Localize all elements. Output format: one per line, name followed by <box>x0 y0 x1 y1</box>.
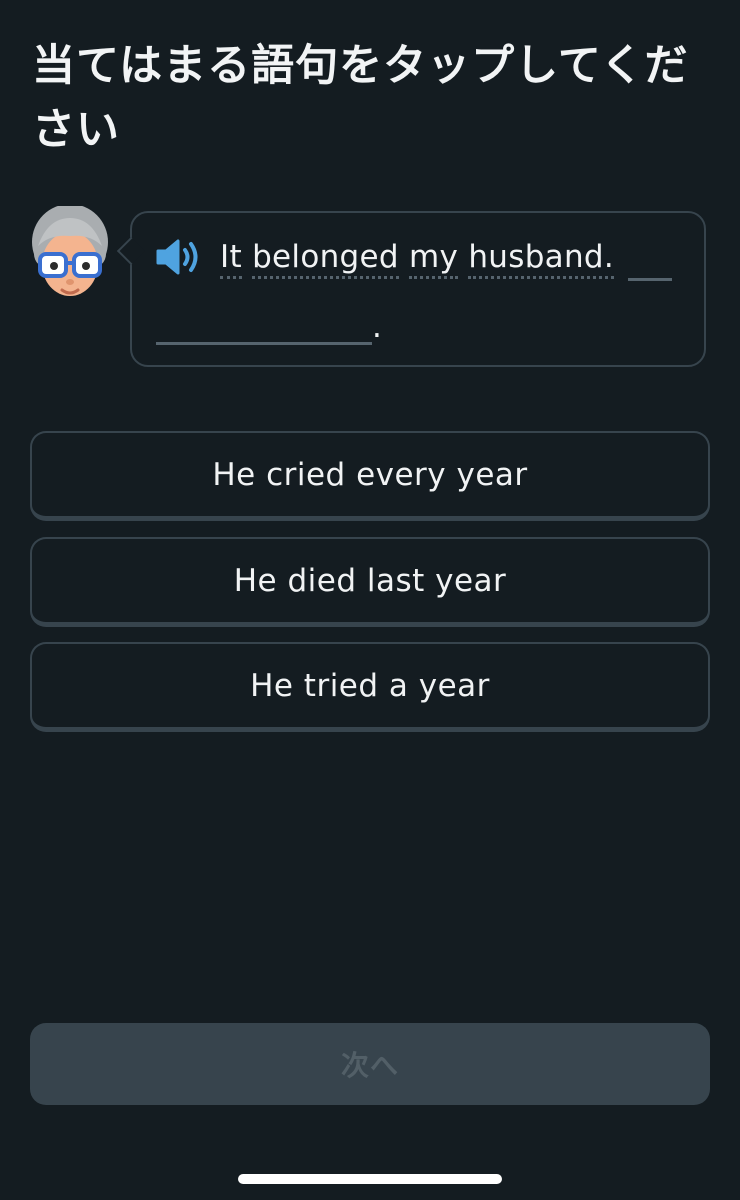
character-avatar <box>28 204 112 306</box>
sentence-period: . <box>372 309 382 345</box>
home-indicator[interactable] <box>238 1174 502 1184</box>
speaker-icon <box>156 239 198 275</box>
sentence-word[interactable]: It <box>220 239 242 279</box>
speech-bubble-tail <box>116 236 146 266</box>
speech-bubble: It belonged my husband. . <box>116 211 706 367</box>
sentence-text: It belonged my husband. <box>220 235 615 279</box>
grandmother-avatar-icon <box>32 204 108 296</box>
answer-option[interactable]: He died last year <box>30 537 710 627</box>
answer-blank <box>156 342 372 345</box>
play-audio-button[interactable] <box>154 237 204 277</box>
sentence-word[interactable]: my <box>409 239 459 279</box>
answer-blank <box>628 278 672 281</box>
page-title: 当てはまる語句をタップしてください <box>32 41 689 155</box>
sentence-word[interactable]: husband. <box>468 239 615 279</box>
next-button[interactable]: 次へ <box>30 1023 710 1105</box>
sentence-word[interactable]: belonged <box>252 239 399 279</box>
answer-option[interactable]: He cried every year <box>30 431 710 521</box>
answer-option[interactable]: He tried a year <box>30 642 710 732</box>
